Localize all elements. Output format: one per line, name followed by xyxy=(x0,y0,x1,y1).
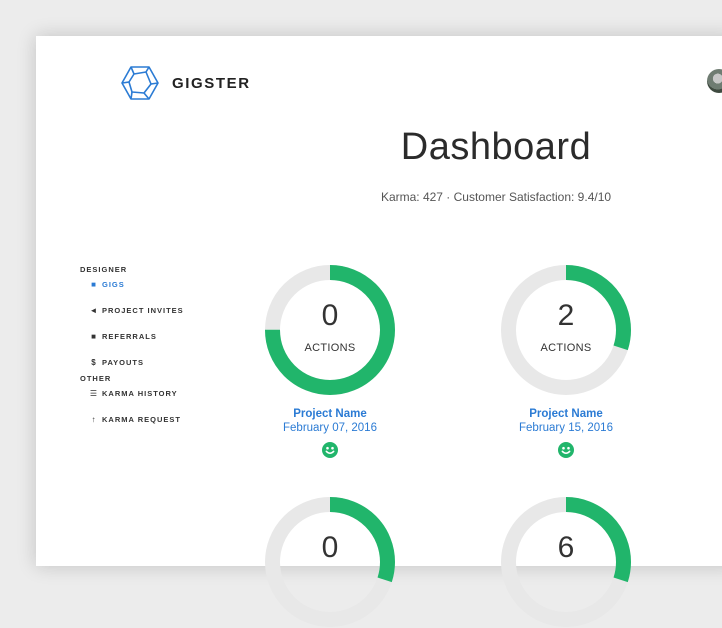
arrow-up-icon: ↑ xyxy=(91,415,97,424)
progress-ring: 2 ACTIONS xyxy=(500,264,632,396)
action-count: 0 xyxy=(321,299,339,332)
action-label: ACTIONS xyxy=(540,342,592,354)
list-icon: ☰ xyxy=(89,389,99,398)
logo[interactable]: GIGSTER xyxy=(120,65,251,101)
gig-card[interactable]: 0 xyxy=(230,496,430,628)
sidebar-item-karma-history[interactable]: ☰ KARMA HISTORY xyxy=(89,387,220,400)
avatar[interactable] xyxy=(707,69,722,93)
sidebar-item-label: REFERRALS xyxy=(102,332,157,341)
action-label: ACTIONS xyxy=(304,342,356,354)
sidebar: DESIGNER ■ GIGS ◄ PROJECT INVITES ■ REFE… xyxy=(80,265,220,439)
gig-card[interactable]: 6 xyxy=(466,496,666,628)
page-title: Dashboard xyxy=(400,126,592,168)
users-icon: ■ xyxy=(91,332,97,341)
gig-card[interactable]: 0 ACTIONS Project Name February 07, 2016 xyxy=(230,264,430,463)
karma-summary: Karma: 427 · Customer Satisfaction: 9.4/… xyxy=(380,190,612,204)
sidebar-item-label: KARMA REQUEST xyxy=(102,415,181,424)
smile-icon xyxy=(322,442,338,458)
megaphone-icon: ◄ xyxy=(89,306,99,315)
sidebar-section-designer: DESIGNER xyxy=(80,265,128,274)
briefcase-icon: ■ xyxy=(91,280,97,289)
sidebar-item-label: KARMA HISTORY xyxy=(102,389,178,398)
smile-icon xyxy=(558,442,574,458)
sidebar-item-project-invites[interactable]: ◄ PROJECT INVITES xyxy=(89,304,220,317)
sidebar-item-payouts[interactable]: $ PAYOUTS xyxy=(89,356,220,369)
gig-card[interactable]: 2 ACTIONS Project Name February 15, 2016 xyxy=(466,264,666,463)
progress-ring: 0 xyxy=(264,496,396,628)
sidebar-item-gigs[interactable]: ■ GIGS xyxy=(89,278,220,291)
app-window: GIGSTER Dashboard Karma: 427 · Customer … xyxy=(36,36,722,627)
sidebar-section-other: OTHER xyxy=(80,374,112,383)
sidebar-item-referrals[interactable]: ■ REFERRALS xyxy=(89,330,220,343)
sidebar-item-karma-request[interactable]: ↑ KARMA REQUEST xyxy=(89,413,220,426)
brand-name: GIGSTER xyxy=(172,74,251,92)
progress-ring: 0 ACTIONS xyxy=(264,264,396,396)
gigster-logo-icon xyxy=(121,66,159,100)
action-count: 2 xyxy=(557,299,575,332)
project-date: February 15, 2016 xyxy=(519,422,613,434)
project-name-link[interactable]: Project Name xyxy=(466,408,666,420)
action-count: 6 xyxy=(557,531,575,564)
project-name-link[interactable]: Project Name xyxy=(230,408,430,420)
sidebar-item-label: PAYOUTS xyxy=(102,358,145,367)
sidebar-item-label: GIGS xyxy=(102,280,125,289)
dollar-icon: $ xyxy=(91,358,97,367)
action-count: 0 xyxy=(321,531,339,564)
sidebar-item-label: PROJECT INVITES xyxy=(102,306,184,315)
progress-ring: 6 xyxy=(500,496,632,628)
project-date: February 07, 2016 xyxy=(283,422,377,434)
